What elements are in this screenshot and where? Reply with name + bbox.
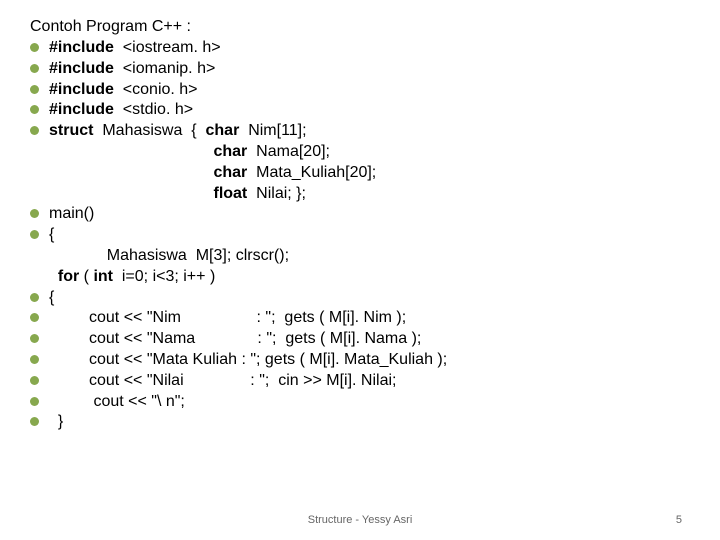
code-text: char Nama[20]; xyxy=(49,142,330,163)
code-text: #include <stdio. h> xyxy=(49,100,193,121)
code-text: for ( int i=0; i<3; i++ ) xyxy=(49,267,215,288)
code-text: Mahasiswa M[3]; clrscr(); xyxy=(49,246,289,267)
code-line: char Nama[20]; xyxy=(30,142,690,163)
bullet-icon xyxy=(30,43,39,52)
code-line: float Nilai; }; xyxy=(30,184,690,205)
code-line: { xyxy=(30,225,690,246)
code-line: cout << "\ n"; xyxy=(30,392,690,413)
code-line: cout << "Mata Kuliah : "; gets ( M[i]. M… xyxy=(30,350,690,371)
code-line: main() xyxy=(30,204,690,225)
bullet-icon xyxy=(30,397,39,406)
bullet-icon xyxy=(30,334,39,343)
code-text: { xyxy=(49,225,54,246)
code-line: cout << "Nilai : "; cin >> M[i]. Nilai; xyxy=(30,371,690,392)
code-text: #include <iostream. h> xyxy=(49,38,221,59)
code-line: cout << "Nim : "; gets ( M[i]. Nim ); xyxy=(30,308,690,329)
code-text: cout << "Mata Kuliah : "; gets ( M[i]. M… xyxy=(49,350,447,371)
bullet-icon xyxy=(30,105,39,114)
code-text: char Mata_Kuliah[20]; xyxy=(49,163,376,184)
bullet-icon xyxy=(30,64,39,73)
footer-center: Structure - Yessy Asri xyxy=(308,514,413,526)
code-line: #include <stdio. h> xyxy=(30,100,690,121)
slide-content: Contoh Program C++ : #include <iostream.… xyxy=(0,0,720,443)
code-line: for ( int i=0; i<3; i++ ) xyxy=(30,267,690,288)
code-line: { xyxy=(30,288,690,309)
bullet-icon xyxy=(30,376,39,385)
code-listing: #include <iostream. h>#include <iomanip.… xyxy=(30,38,690,433)
code-text: cout << "\ n"; xyxy=(49,392,185,413)
bullet-icon xyxy=(30,293,39,302)
code-line: #include <iomanip. h> xyxy=(30,59,690,80)
code-text: } xyxy=(49,412,63,433)
code-line: char Mata_Kuliah[20]; xyxy=(30,163,690,184)
code-text: float Nilai; }; xyxy=(49,184,306,205)
page-number: 5 xyxy=(676,514,682,526)
bullet-icon xyxy=(30,230,39,239)
bullet-icon xyxy=(30,355,39,364)
bullet-icon xyxy=(30,126,39,135)
bullet-icon xyxy=(30,209,39,218)
code-line: #include <iostream. h> xyxy=(30,38,690,59)
bullet-icon xyxy=(30,313,39,322)
code-text: struct Mahasiswa { char Nim[11]; xyxy=(49,121,307,142)
code-text: { xyxy=(49,288,54,309)
code-text: cout << "Nilai : "; cin >> M[i]. Nilai; xyxy=(49,371,396,392)
code-text: main() xyxy=(49,204,94,225)
code-line: } xyxy=(30,412,690,433)
code-text: cout << "Nim : "; gets ( M[i]. Nim ); xyxy=(49,308,406,329)
code-text: #include <iomanip. h> xyxy=(49,59,215,80)
code-line: Mahasiswa M[3]; clrscr(); xyxy=(30,246,690,267)
code-line: #include <conio. h> xyxy=(30,80,690,101)
code-text: cout << "Nama : "; gets ( M[i]. Nama ); xyxy=(49,329,421,350)
code-line: cout << "Nama : "; gets ( M[i]. Nama ); xyxy=(30,329,690,350)
slide-title: Contoh Program C++ : xyxy=(30,18,690,36)
bullet-icon xyxy=(30,417,39,426)
footer: Structure - Yessy Asri 5 xyxy=(0,514,720,526)
code-line: struct Mahasiswa { char Nim[11]; xyxy=(30,121,690,142)
code-text: #include <conio. h> xyxy=(49,80,198,101)
bullet-icon xyxy=(30,85,39,94)
